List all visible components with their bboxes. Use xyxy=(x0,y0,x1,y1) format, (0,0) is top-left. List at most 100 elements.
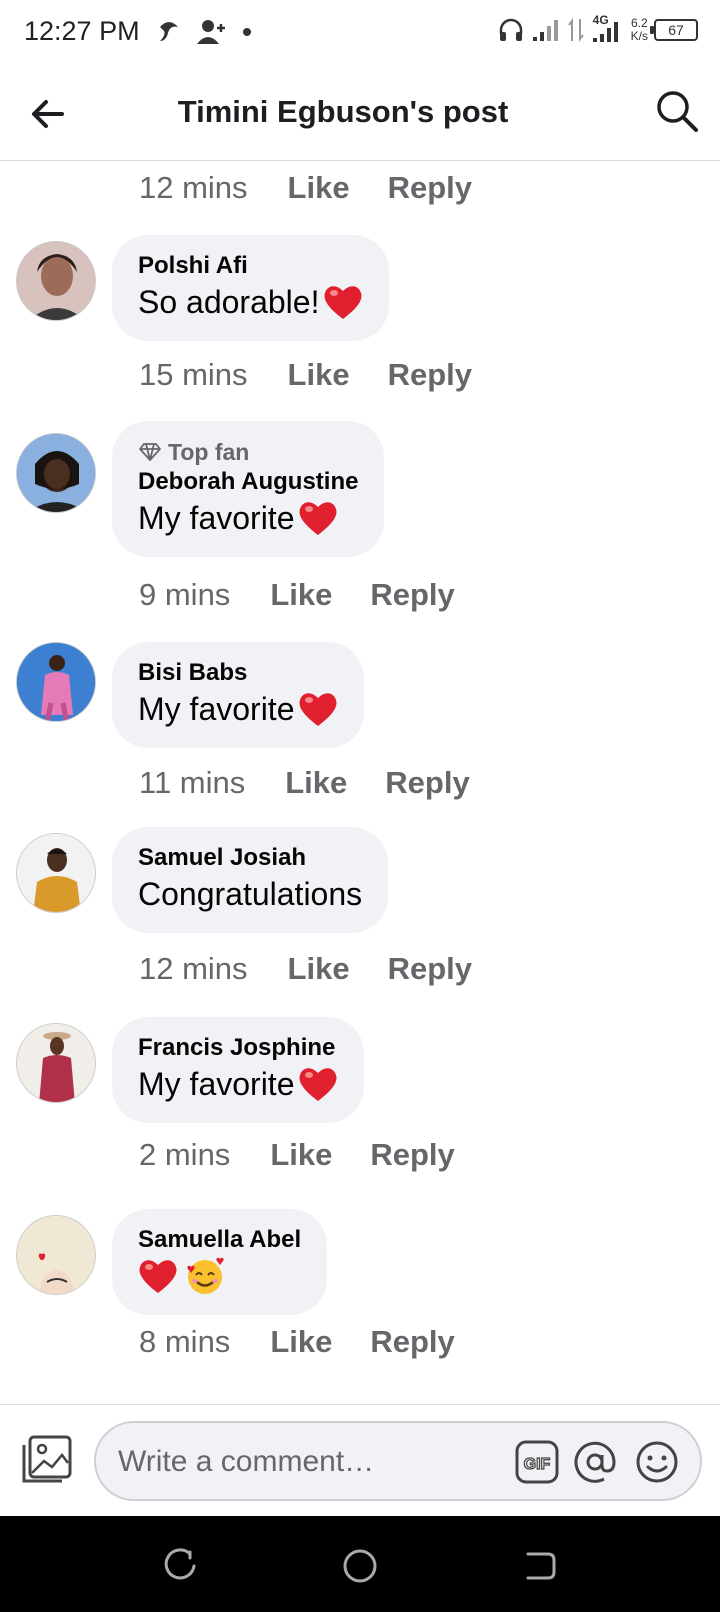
badge-label: Top fan xyxy=(168,439,250,465)
commenter-name[interactable]: Deborah Augustine xyxy=(138,467,358,497)
mention-icon[interactable] xyxy=(572,1439,618,1485)
avatar-image xyxy=(17,643,95,721)
app-notification-icon xyxy=(160,22,178,41)
comment-time: 9 mins xyxy=(139,577,231,612)
avatar[interactable] xyxy=(16,1215,96,1295)
signal-4g: 4G xyxy=(591,13,625,44)
reply-button[interactable]: Reply xyxy=(388,951,472,987)
recent-apps-icon[interactable] xyxy=(160,1546,200,1586)
heart-emoji-icon xyxy=(300,693,337,726)
headphones-icon xyxy=(499,18,522,41)
comment-time: 12 mins xyxy=(139,951,248,986)
emoji-icon[interactable] xyxy=(634,1439,680,1485)
photo-icon[interactable] xyxy=(20,1435,74,1485)
comment-text-content: So adorable! xyxy=(138,284,320,320)
like-button[interactable]: Like xyxy=(270,577,332,613)
comment-bubble[interactable]: Bisi Babs My favorite xyxy=(112,642,365,748)
search-icon[interactable] xyxy=(654,88,700,134)
battery-level: 67 xyxy=(668,22,684,38)
avatar[interactable] xyxy=(16,433,96,513)
page-title: Timini Egbuson's post xyxy=(177,94,509,129)
comment-placeholder: Write a comment… xyxy=(118,1445,375,1478)
comment-meta: 2 mins Like Reply xyxy=(139,1137,455,1173)
avatar[interactable] xyxy=(16,1023,96,1103)
like-button[interactable]: Like xyxy=(288,170,350,206)
commenter-name[interactable]: Samuella Abel xyxy=(138,1225,301,1255)
reply-button[interactable]: Reply xyxy=(388,357,472,393)
signal-bars-4g-icon xyxy=(592,22,618,42)
avatar[interactable] xyxy=(16,241,96,321)
gif-icon[interactable]: GIF xyxy=(514,1439,560,1485)
svg-text:GIF: GIF xyxy=(524,1456,551,1473)
comment-time: 8 mins xyxy=(139,1324,231,1359)
comment-text: Congratulations xyxy=(138,873,362,915)
like-button[interactable]: Like xyxy=(288,357,350,393)
diamond-icon xyxy=(139,443,161,461)
top-fan-badge: Top fan xyxy=(138,437,358,467)
comment-text: My favorite xyxy=(138,688,338,730)
comment-text: My favorite xyxy=(138,1063,338,1105)
comment-time: 15 mins xyxy=(139,357,248,392)
like-button[interactable]: Like xyxy=(270,1137,332,1173)
reply-button[interactable]: Reply xyxy=(370,1324,454,1360)
comment-time: 11 mins xyxy=(139,765,246,800)
commenter-name[interactable]: Samuel Josiah xyxy=(138,843,362,873)
comment-input[interactable]: Write a comment… GIF xyxy=(94,1421,702,1501)
reply-button[interactable]: Reply xyxy=(370,1137,454,1173)
avatar-image xyxy=(17,834,95,912)
heart-emoji-icon xyxy=(300,1068,337,1101)
comment-time: 12 mins xyxy=(139,170,248,205)
heart-emoji-icon xyxy=(139,1260,177,1293)
comment-bubble[interactable]: Polshi Afi So adorable! xyxy=(112,235,390,341)
comment-meta: 12 mins Like Reply xyxy=(139,170,472,206)
like-button[interactable]: Like xyxy=(285,765,347,801)
status-left-icons xyxy=(156,18,252,46)
network-speed: 6.2 K/s xyxy=(631,17,648,43)
comment-bubble[interactable]: Top fan Deborah Augustine My favorite xyxy=(112,421,385,557)
like-button[interactable]: Like xyxy=(288,951,350,987)
comments-list: 12 mins Like Reply Polshi Afi So adorabl… xyxy=(0,161,720,1404)
comment-meta: 12 mins Like Reply xyxy=(139,951,472,987)
comment-composer: Write a comment… GIF xyxy=(0,1404,720,1516)
reply-button[interactable]: Reply xyxy=(388,170,472,206)
comment-text-content: My favorite xyxy=(138,691,295,727)
comment-meta: 8 mins Like Reply xyxy=(139,1324,455,1360)
reply-button[interactable]: Reply xyxy=(370,577,454,613)
comment-bubble[interactable]: Francis Josphine My favorite xyxy=(112,1017,365,1123)
comment-text-content: My favorite xyxy=(138,1066,295,1102)
comment-text xyxy=(138,1255,301,1297)
battery-indicator: 67 xyxy=(650,19,698,41)
status-time: 12:27 PM xyxy=(24,16,140,46)
home-icon[interactable] xyxy=(340,1546,380,1586)
signal-bars-icon xyxy=(532,20,558,41)
comment-time: 2 mins xyxy=(139,1137,231,1172)
speed-unit: K/s xyxy=(630,29,648,43)
avatar-image xyxy=(17,434,95,512)
commenter-name[interactable]: Bisi Babs xyxy=(138,658,338,688)
avatar[interactable] xyxy=(16,642,96,722)
status-bar: 12:27 PM 4G 6.2 K/s 67 xyxy=(0,0,720,66)
status-right-icons: 4G 6.2 K/s 67 xyxy=(497,13,698,44)
comment-bubble[interactable]: Samuella Abel xyxy=(112,1209,328,1315)
avatar[interactable] xyxy=(16,833,96,913)
avatar-image xyxy=(17,1216,95,1294)
commenter-name[interactable]: Francis Josphine xyxy=(138,1033,338,1063)
heart-emoji-icon xyxy=(300,502,337,535)
comment-bubble[interactable]: Samuel Josiah Congratulations xyxy=(112,827,389,933)
avatar-image xyxy=(17,1024,95,1102)
comment-text: So adorable! xyxy=(138,281,363,323)
comment-text-content: Congratulations xyxy=(138,876,363,912)
reply-button[interactable]: Reply xyxy=(385,765,469,801)
header: Timini Egbuson's post xyxy=(0,66,720,161)
comment-meta: 15 mins Like Reply xyxy=(139,357,472,393)
comment-text: My favorite xyxy=(138,497,358,539)
comment-text-content: My favorite xyxy=(138,500,295,536)
comment-meta: 11 mins Like Reply xyxy=(139,765,470,801)
data-transfer-icon xyxy=(567,18,584,42)
commenter-name[interactable]: Polshi Afi xyxy=(138,251,363,281)
system-nav-bar xyxy=(0,1516,720,1612)
like-button[interactable]: Like xyxy=(270,1324,332,1360)
avatar-image xyxy=(17,242,95,320)
dot-icon xyxy=(243,28,251,36)
back-nav-icon[interactable] xyxy=(520,1546,560,1586)
